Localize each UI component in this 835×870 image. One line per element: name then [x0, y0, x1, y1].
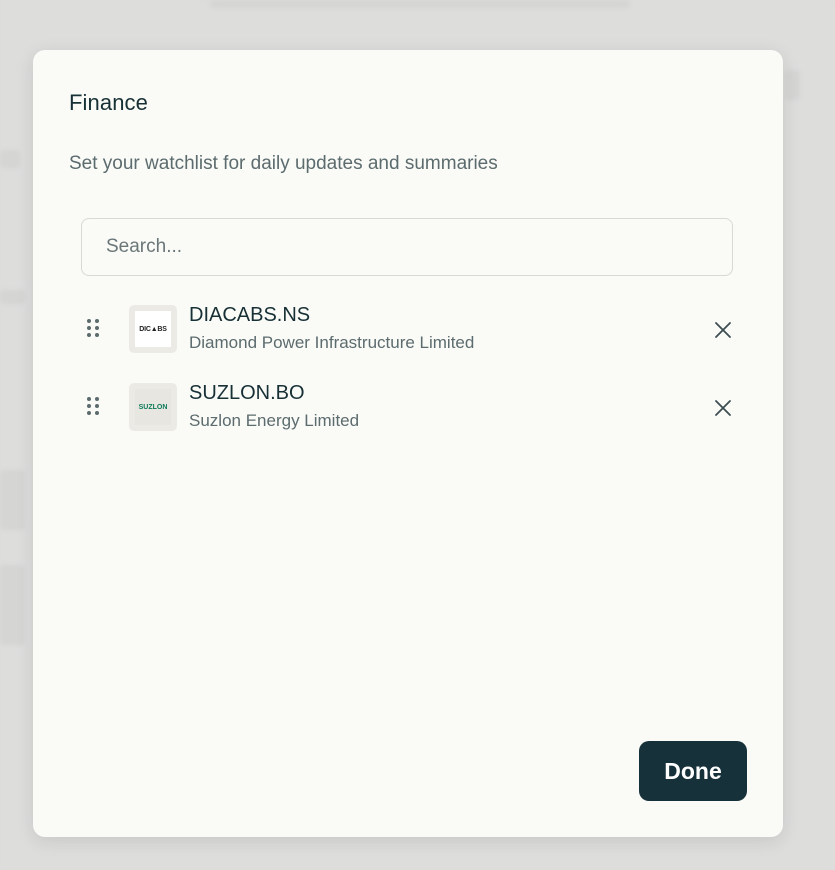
company-name: Diamond Power Infrastructure Limited: [189, 333, 475, 352]
modal-title: Finance: [69, 90, 148, 115]
diacabs-logo-icon: DIC▲BS: [129, 305, 177, 353]
logo-text: SUZLON: [135, 389, 171, 425]
drag-handle-icon[interactable]: [86, 318, 100, 338]
drag-handle-icon[interactable]: [86, 396, 100, 416]
modal-subtitle: Set your watchlist for daily updates and…: [69, 153, 498, 174]
remove-close-icon[interactable]: [711, 318, 735, 342]
company-name: Suzlon Energy Limited: [189, 411, 360, 430]
search-input[interactable]: [81, 218, 733, 276]
ticker-symbol: SUZLON.BO: [189, 382, 305, 404]
watchlist-item: DIC▲BS DIACABS.NS Diamond Power Infrastr…: [33, 300, 783, 360]
watchlist-item: SUZLON SUZLON.BO Suzlon Energy Limited: [33, 378, 783, 438]
suzlon-logo-icon: SUZLON: [129, 383, 177, 431]
remove-close-icon[interactable]: [711, 396, 735, 420]
ticker-symbol: DIACABS.NS: [189, 304, 311, 326]
done-button[interactable]: Done: [639, 741, 747, 801]
logo-text: DIC▲BS: [135, 311, 171, 347]
watchlist-modal: Finance Set your watchlist for daily upd…: [33, 50, 783, 837]
